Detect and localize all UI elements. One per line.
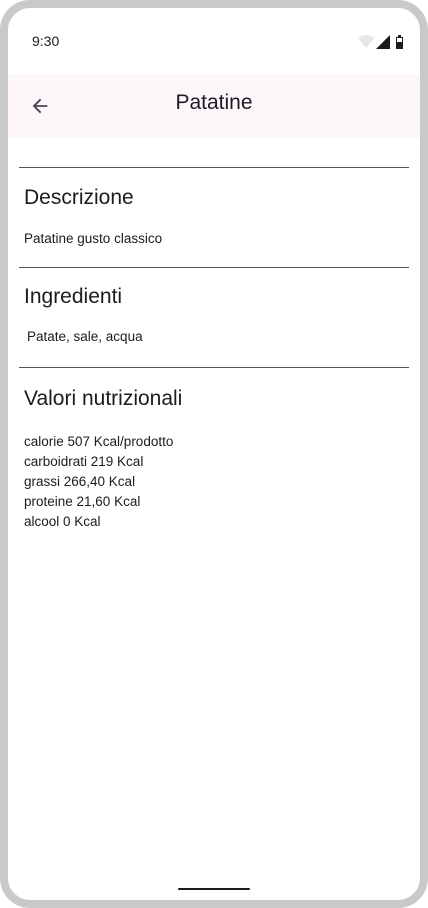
divider	[19, 267, 409, 268]
nutrition-heading: Valori nutrizionali	[24, 387, 183, 410]
nutrition-line-proteins: proteine 21,60 Kcal	[24, 494, 141, 509]
nutrition-line-calories: calorie 507 Kcal/prodotto	[24, 434, 174, 449]
wifi-icon	[358, 35, 374, 48]
signal-icon	[376, 35, 390, 49]
nutrition-line-fats: grassi 266,40 Kcal	[24, 474, 136, 489]
status-icons	[358, 35, 403, 49]
phone-frame: 9:30 Patatine Descrizione Patatine gusto…	[0, 0, 428, 908]
status-bar: 9:30	[8, 8, 420, 78]
home-indicator[interactable]	[178, 888, 250, 890]
divider	[19, 367, 409, 368]
top-app-bar: Patatine	[8, 74, 420, 138]
page-title: Patatine	[175, 91, 253, 114]
ingredients-text: Patate, sale, acqua	[27, 329, 143, 344]
ingredients-heading: Ingredienti	[24, 285, 123, 308]
nutrition-line-alcohol: alcool 0 Kcal	[24, 514, 101, 529]
status-time: 9:30	[32, 33, 60, 49]
nutrition-line-carbs: carboidrati 219 Kcal	[24, 454, 144, 469]
divider	[19, 167, 409, 168]
description-text: Patatine gusto classico	[24, 231, 163, 246]
description-heading: Descrizione	[24, 186, 134, 209]
